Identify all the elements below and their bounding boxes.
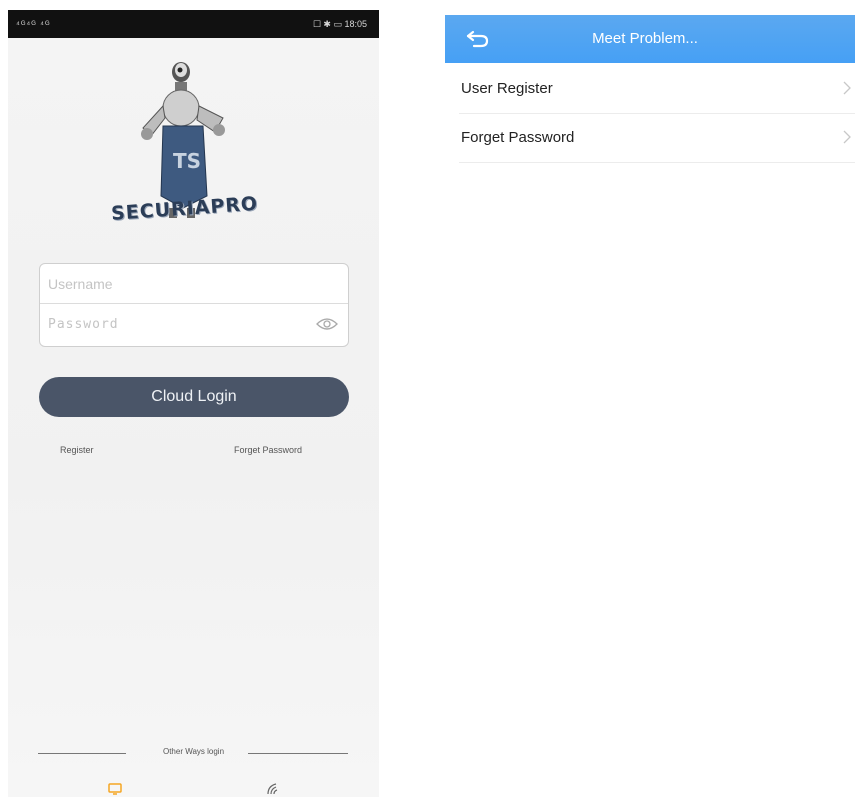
back-icon[interactable] — [465, 27, 491, 49]
chevron-right-icon — [843, 130, 851, 144]
register-link[interactable]: Register — [60, 445, 94, 455]
wifi-icon[interactable] — [266, 782, 280, 796]
meet-problem-screen: Meet Problem... User Register Forget Pas… — [445, 15, 855, 797]
signal-indicator: ⁴ᴳ⁴ᴳ ⁴ᴳ — [16, 19, 51, 29]
list-item-label: User Register — [461, 80, 553, 97]
other-ways-login: Other Ways login — [8, 746, 379, 760]
nav-bar: Meet Problem... — [445, 15, 855, 63]
forget-password-link[interactable]: Forget Password — [234, 445, 302, 455]
chevron-right-icon — [843, 81, 851, 95]
cloud-login-button[interactable]: Cloud Login — [39, 377, 349, 417]
username-field[interactable]: Username — [40, 264, 348, 304]
divider-left — [38, 753, 126, 754]
login-form: Username Password — [39, 263, 349, 347]
divider-right — [248, 753, 348, 754]
monitor-icon[interactable] — [108, 783, 122, 795]
svg-text:TS: TS — [173, 149, 201, 173]
list-item-user-register[interactable]: User Register — [459, 65, 855, 114]
login-screen: ⁴ᴳ⁴ᴳ ⁴ᴳ ☐ ✱ ▭ 18:05 TS SECURIAPRO Userna… — [8, 10, 379, 797]
page-title: Meet Problem... — [592, 30, 698, 47]
status-bar: ⁴ᴳ⁴ᴳ ⁴ᴳ ☐ ✱ ▭ 18:05 — [8, 10, 379, 38]
eye-icon[interactable] — [316, 317, 338, 331]
status-right: ☐ ✱ ▭ 18:05 — [312, 19, 367, 29]
other-ways-label: Other Ways login — [162, 747, 225, 756]
list-item-label: Forget Password — [461, 129, 575, 146]
list-item-forget-password[interactable]: Forget Password — [459, 114, 855, 163]
password-field[interactable]: Password — [40, 305, 348, 345]
